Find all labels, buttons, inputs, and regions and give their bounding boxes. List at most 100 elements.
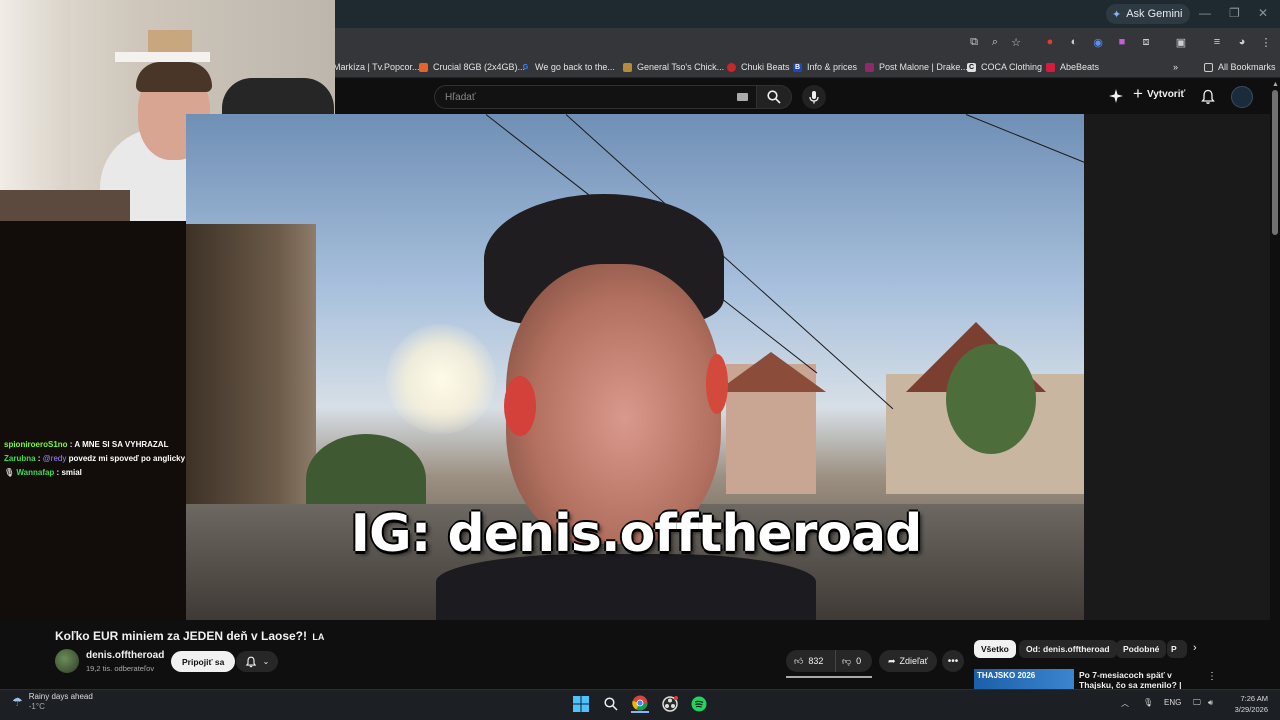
channel-avatar[interactable]: [55, 649, 79, 673]
search-input[interactable]: Hľadať: [434, 85, 756, 109]
notifications-bell-icon[interactable]: [1200, 89, 1216, 105]
chat-text: A MNE SI SA VYHRAZAL: [74, 440, 169, 449]
network-icon[interactable]: 🖵︎: [1193, 698, 1201, 708]
extension-red-icon[interactable]: ●: [1042, 34, 1058, 50]
filter-chip-all[interactable]: Všetko: [974, 640, 1016, 658]
like-dislike-group: 👍︎ 832 👎︎ 0: [786, 650, 872, 672]
minimize-icon[interactable]: —: [1199, 6, 1211, 20]
side-panel-icon[interactable]: ▣: [1173, 34, 1189, 50]
all-bookmarks-folder[interactable]: All Bookmarks: [1204, 60, 1276, 74]
bookmark-item[interactable]: Markíza | Tv.Popcor...: [333, 60, 420, 74]
share-button[interactable]: ➦ Zdieľať: [879, 650, 938, 672]
bookmark-item[interactable]: Post Malone | Drake...: [865, 60, 968, 74]
chat-badge-icon: 🎙: [4, 468, 15, 477]
chat-username: Wannafap: [16, 468, 55, 477]
subscribe-button[interactable]: Pripojiť sa: [171, 651, 236, 672]
extensions-puzzle-icon[interactable]: ⧈: [1138, 34, 1154, 50]
bookmark-favicon: [865, 62, 874, 72]
folder-icon: [1204, 62, 1213, 72]
dislike-button[interactable]: 👎︎ 0: [836, 656, 861, 667]
notification-preference-button[interactable]: ⌄: [236, 651, 278, 672]
system-clock[interactable]: 7:26 AM 3/29/2026: [1230, 693, 1268, 715]
chat-text: povedz mi spoveď po anglicky: [68, 454, 186, 463]
channel-name[interactable]: denis.offtheroad: [86, 650, 164, 661]
spotify-taskbar-icon[interactable]: [690, 695, 708, 713]
input-language-indicator[interactable]: ENG: [1164, 698, 1181, 707]
video-player[interactable]: IG: denis.offtheroad: [186, 114, 1084, 620]
tray-overflow-chevron-icon[interactable]: ︿: [1121, 698, 1129, 709]
bookmark-star-icon[interactable]: ☆: [1008, 34, 1024, 50]
bookmark-item[interactable]: General Tso's Chick...: [623, 60, 724, 74]
bookmark-favicon: [1046, 62, 1055, 72]
account-avatar[interactable]: [1231, 86, 1253, 108]
extension-gray-icon[interactable]: ◐: [1066, 34, 1082, 50]
bookmark-favicon: [623, 62, 632, 72]
bookmark-item[interactable]: G We go back to the...: [521, 60, 615, 74]
search-button[interactable]: [756, 85, 792, 109]
chat-username: Zarubna: [4, 454, 36, 463]
bookmark-item[interactable]: AbeBeats: [1046, 60, 1099, 74]
menu-kebab-icon[interactable]: ⋮: [1258, 34, 1274, 50]
like-ratio-bar: [786, 676, 872, 678]
more-bookmarks-chevron-icon[interactable]: »: [1173, 60, 1178, 74]
bell-icon: [245, 656, 256, 667]
chrome-taskbar-icon[interactable]: [631, 695, 649, 713]
bookmark-item[interactable]: Crucial 8GB (2x4GB)...: [419, 60, 525, 74]
plus-icon: +: [1133, 84, 1143, 103]
chevron-down-icon: ⌄: [262, 657, 270, 666]
bookmark-item[interactable]: C COCA Clothing: [967, 60, 1042, 74]
scroll-up-arrow-icon[interactable]: ▲: [1272, 81, 1279, 88]
more-actions-button[interactable]: •••: [942, 650, 964, 672]
media-control-icon[interactable]: ≡: [1209, 34, 1225, 50]
filter-chip-related[interactable]: Podobné: [1116, 640, 1167, 658]
recommended-video-menu-icon[interactable]: ⋮: [1207, 671, 1217, 682]
bookmark-item[interactable]: Chuki Beats: [727, 60, 790, 74]
volume-icon[interactable]: 🔊︎: [1208, 698, 1213, 708]
chat-message: Zarubna : @redy povedz mi spoveď po angl…: [4, 454, 186, 463]
profile-icon[interactable]: ◕: [1234, 34, 1250, 50]
bookmark-favicon: B: [793, 62, 802, 72]
ask-gemini-label: Ask Gemini: [1126, 8, 1183, 20]
cast-icon[interactable]: ⧉: [966, 34, 982, 50]
chat-text: smial: [61, 468, 82, 477]
zoom-icon[interactable]: ⌕: [987, 34, 1003, 50]
microphone-icon: [809, 91, 819, 104]
obs-taskbar-icon[interactable]: [661, 695, 679, 713]
thumbs-down-icon: 👎︎: [842, 655, 852, 666]
scrollbar-thumb[interactable]: [1272, 90, 1278, 235]
chat-mention: @redy: [42, 454, 67, 463]
chat-username: spioniroeroS1no: [4, 440, 68, 449]
bookmark-favicon: [727, 62, 736, 72]
bookmark-item[interactable]: B Info & prices: [793, 60, 857, 74]
restore-icon[interactable]: ❐: [1229, 6, 1240, 20]
chat-message: 🎙 Wannafap : smial: [4, 468, 82, 477]
recommended-video-thumbnail[interactable]: THAJSKO 2026: [974, 669, 1074, 689]
title-badge: LA: [312, 632, 325, 642]
recommended-video-title[interactable]: Po 7-mesiacoch späť v Thajsku, čo sa zme…: [1079, 670, 1204, 689]
weather-widget[interactable]: ☂ Rainy days ahead -1°C: [12, 692, 93, 712]
extension-blue-icon[interactable]: ◉: [1090, 34, 1106, 50]
chevron-right-icon[interactable]: ›: [1193, 642, 1197, 654]
channel-subscriber-count: 19,2 tis. odberateľov: [86, 664, 155, 673]
taskbar-search-icon[interactable]: [602, 695, 620, 713]
google-favicon-icon: G: [522, 63, 529, 71]
tray-microphone-icon[interactable]: 🎙︎: [1143, 698, 1153, 707]
filter-chip-partial[interactable]: P: [1167, 640, 1187, 658]
start-windows-icon[interactable]: [572, 695, 590, 713]
close-icon[interactable]: ✕: [1258, 6, 1268, 20]
keyboard-icon[interactable]: [737, 93, 748, 101]
filter-chip-from-channel[interactable]: Od: denis.offtheroad: [1019, 640, 1117, 658]
chat-message: spioniroeroS1no : A MNE SI SA VYHRAZAL: [4, 440, 169, 449]
create-button[interactable]: + Vytvoriť: [1133, 84, 1185, 103]
rain-cloud-icon: ☂: [12, 695, 23, 709]
voice-search-button[interactable]: [802, 85, 826, 109]
create-sparkle-icon[interactable]: [1109, 89, 1123, 103]
ask-gemini-button[interactable]: ✦ Ask Gemini: [1106, 4, 1191, 24]
weather-temperature: -1°C: [28, 702, 45, 711]
like-button[interactable]: 👍︎ 832: [786, 650, 836, 672]
clock-time: 7:26 AM: [1240, 694, 1268, 703]
bookmark-favicon: [419, 62, 428, 72]
thumbs-up-icon: 👍︎: [794, 655, 804, 666]
extension-purple-icon[interactable]: ■: [1114, 34, 1130, 50]
stream-chat: spioniroeroS1no : A MNE SI SA VYHRAZAL Z…: [4, 438, 334, 480]
